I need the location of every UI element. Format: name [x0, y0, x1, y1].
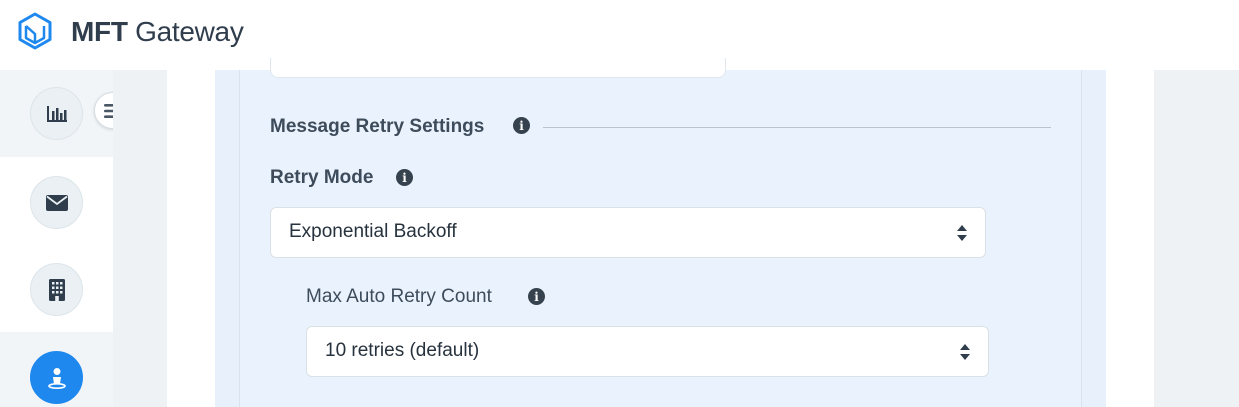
retry-mode-value: Exponential Backoff [289, 221, 457, 242]
app-brand[interactable]: MFT Gateway [71, 16, 244, 48]
retry-mode-select[interactable]: Exponential Backoff [270, 207, 986, 258]
brand-bold: MFT [71, 16, 128, 47]
retry-mode-label-text: Retry Mode [270, 167, 374, 188]
left-gutter [113, 70, 167, 407]
previous-field-input[interactable] [270, 58, 726, 78]
retry-mode-info-icon[interactable]: i [396, 169, 413, 186]
sidebar-item-user[interactable] [0, 332, 113, 407]
section-divider [543, 127, 1051, 128]
max-retry-label-text: Max Auto Retry Count [306, 286, 492, 307]
messages-button[interactable] [30, 176, 83, 229]
max-retry-select[interactable]: 10 retries (default) [306, 326, 989, 377]
organizations-button[interactable] [30, 263, 83, 316]
max-retry-info-icon[interactable]: i [528, 288, 545, 305]
brand-rest: Gateway [127, 16, 244, 47]
info-icon[interactable]: i [513, 117, 530, 134]
select-arrows-icon [960, 344, 970, 360]
retry-mode-label: Retry Mode [270, 167, 373, 189]
sidebar-item-organizations[interactable] [0, 245, 113, 332]
hexagon-logo-icon[interactable] [16, 12, 54, 50]
section-title: Message Retry Settings [270, 116, 485, 137]
envelope-icon [45, 194, 68, 211]
user-button[interactable] [30, 351, 83, 404]
max-retry-value: 10 retries (default) [325, 340, 480, 361]
select-arrows-icon [957, 225, 967, 241]
user-icon [47, 367, 66, 389]
bar-chart-icon [46, 105, 67, 122]
right-gutter [1154, 70, 1239, 407]
dashboard-button[interactable] [30, 87, 83, 140]
max-retry-label: Max Auto Retry Count [306, 286, 492, 308]
sidebar-item-messages[interactable] [0, 157, 113, 244]
building-icon [48, 278, 65, 301]
